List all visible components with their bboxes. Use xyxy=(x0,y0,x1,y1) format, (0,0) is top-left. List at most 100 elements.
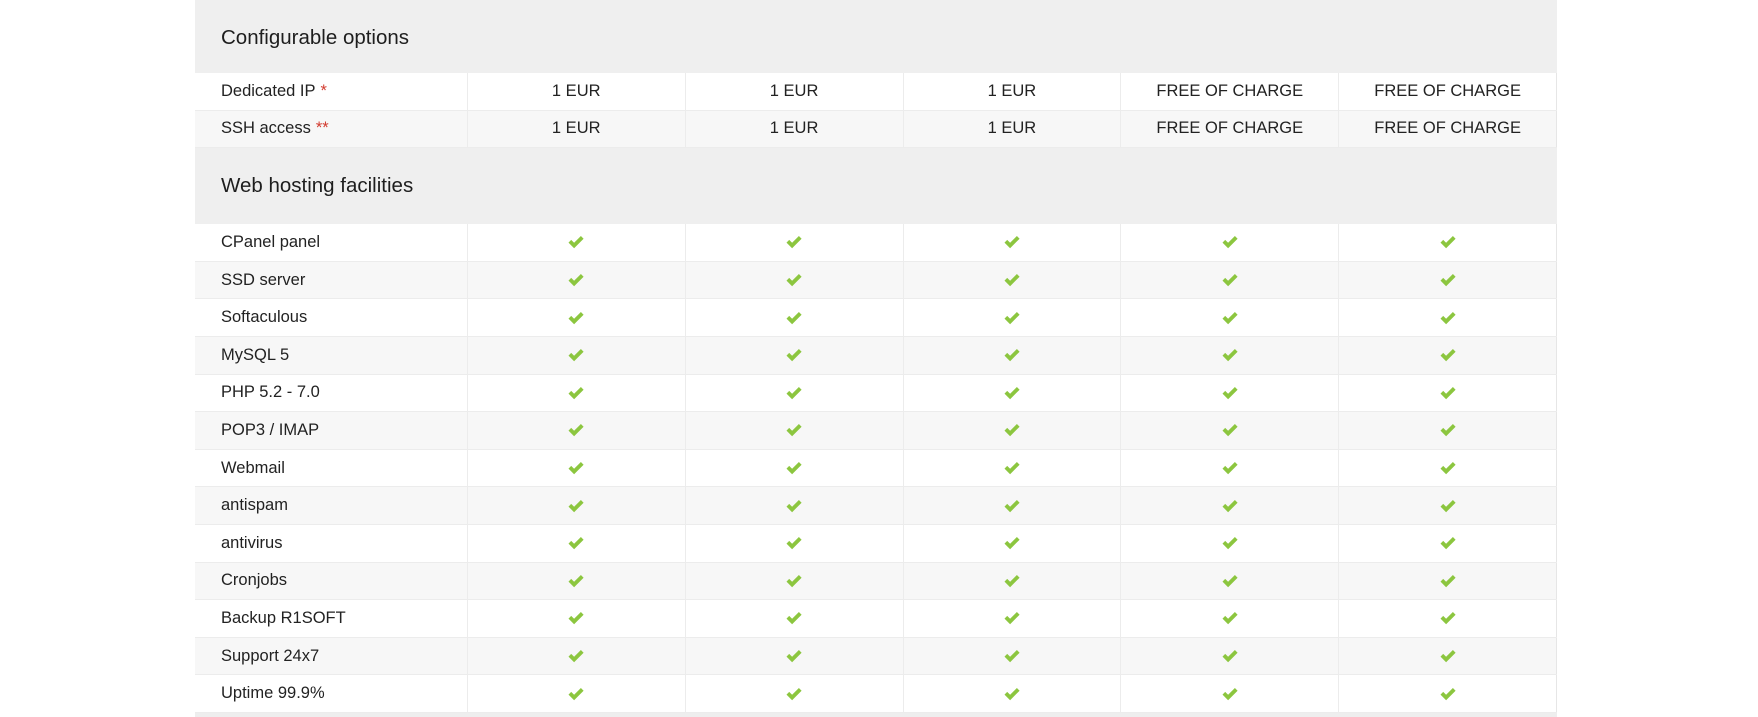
table-cell xyxy=(468,224,686,261)
check-icon xyxy=(568,574,584,588)
check-icon xyxy=(786,386,802,400)
check-icon xyxy=(1440,236,1456,249)
table-cell xyxy=(1339,562,1558,600)
table-row: Webmail xyxy=(195,449,1558,488)
table-cell: 1 EUR xyxy=(468,110,686,148)
check-icon xyxy=(786,499,802,512)
table-cell xyxy=(686,374,904,412)
table-cell xyxy=(1339,374,1558,412)
table-cell xyxy=(1121,449,1340,487)
table-cell xyxy=(904,524,1122,562)
check-icon xyxy=(568,499,584,512)
check-icon xyxy=(1004,386,1020,400)
check-icon xyxy=(1004,311,1020,324)
table-row: antivirus xyxy=(195,524,1558,563)
row-label: POP3 / IMAP xyxy=(195,412,468,449)
table-cell xyxy=(1339,412,1558,449)
check-icon xyxy=(568,386,584,400)
table-cell xyxy=(468,487,686,524)
table-row: SSH access ** 1 EUR 1 EUR 1 EUR FREE OF … xyxy=(195,110,1558,149)
table-cell xyxy=(904,487,1122,524)
section-title: Web hosting facilities xyxy=(221,174,414,198)
required-marker: ** xyxy=(315,119,329,138)
check-icon xyxy=(568,650,584,663)
check-icon xyxy=(1222,612,1238,625)
check-icon xyxy=(786,687,802,700)
table-row: Backup R1SOFT xyxy=(195,600,1558,638)
row-label: Uptime 99.9% xyxy=(195,675,468,712)
table-cell xyxy=(468,261,686,299)
table-cell xyxy=(1339,675,1558,712)
table-row: Softaculous xyxy=(195,299,1558,337)
table-cell xyxy=(686,449,904,487)
check-icon xyxy=(1004,537,1020,550)
table-cell xyxy=(904,374,1122,412)
table-cell: FREE OF CHARGE xyxy=(1121,73,1340,110)
check-icon xyxy=(1222,274,1238,287)
table-cell xyxy=(686,524,904,562)
required-marker: * xyxy=(320,81,327,100)
table-cell xyxy=(904,449,1122,487)
row-label: SSH access ** xyxy=(195,110,468,148)
table-cell xyxy=(1121,675,1340,712)
row-label: Softaculous xyxy=(195,299,468,336)
table-cell xyxy=(468,524,686,562)
facility-rows: CPanel panel SSD server Softaculous MySQL 5… xyxy=(195,224,1558,713)
table-cell xyxy=(468,336,686,374)
table-cell xyxy=(1121,637,1340,675)
check-icon xyxy=(1440,650,1456,663)
table-cell: 1 EUR xyxy=(686,73,904,110)
check-icon xyxy=(786,424,802,437)
table-row: Cronjobs xyxy=(195,562,1558,601)
table-cell: FREE OF CHARGE xyxy=(1339,110,1558,148)
table-row: CPanel panel xyxy=(195,224,1558,262)
table-cell: 1 EUR xyxy=(468,73,686,110)
row-label: MySQL 5 xyxy=(195,336,468,374)
check-icon xyxy=(568,311,584,324)
check-icon xyxy=(568,424,584,437)
check-icon xyxy=(1222,386,1238,400)
check-icon xyxy=(1004,424,1020,437)
check-icon xyxy=(1440,574,1456,588)
table-cell xyxy=(1339,524,1558,562)
table-cell xyxy=(468,374,686,412)
table-cell xyxy=(686,412,904,449)
row-label: Dedicated IP * xyxy=(195,73,468,110)
check-icon xyxy=(1440,349,1456,362)
check-icon xyxy=(786,311,802,324)
table-cell xyxy=(468,299,686,336)
check-icon xyxy=(1222,650,1238,663)
check-icon xyxy=(1004,574,1020,588)
check-icon xyxy=(1004,687,1020,700)
check-icon xyxy=(1440,424,1456,437)
table-cell xyxy=(468,675,686,712)
table-cell xyxy=(1339,449,1558,487)
check-icon xyxy=(1222,349,1238,362)
row-label: Cronjobs xyxy=(195,562,468,600)
check-icon xyxy=(568,349,584,362)
check-icon xyxy=(786,574,802,588)
table-cell xyxy=(904,637,1122,675)
table-cell xyxy=(904,336,1122,374)
table-cell xyxy=(1121,261,1340,299)
check-icon xyxy=(1004,236,1020,249)
check-icon xyxy=(568,462,584,475)
table-cell xyxy=(1339,261,1558,299)
table-cell xyxy=(686,562,904,600)
table-cell xyxy=(686,487,904,524)
table-cell xyxy=(1339,600,1558,637)
check-icon xyxy=(786,537,802,550)
check-icon xyxy=(1440,499,1456,512)
table-cell xyxy=(904,562,1122,600)
table-cell xyxy=(904,224,1122,261)
table-cell xyxy=(1121,487,1340,524)
table-cell xyxy=(1121,600,1340,637)
check-icon xyxy=(1222,499,1238,512)
row-label: SSD server xyxy=(195,261,468,299)
table-cell xyxy=(686,675,904,712)
check-icon xyxy=(1440,462,1456,475)
check-icon xyxy=(1004,462,1020,475)
table-row: Dedicated IP * 1 EUR 1 EUR 1 EUR FREE OF… xyxy=(195,73,1558,111)
check-icon xyxy=(1222,462,1238,475)
table-cell xyxy=(904,299,1122,336)
